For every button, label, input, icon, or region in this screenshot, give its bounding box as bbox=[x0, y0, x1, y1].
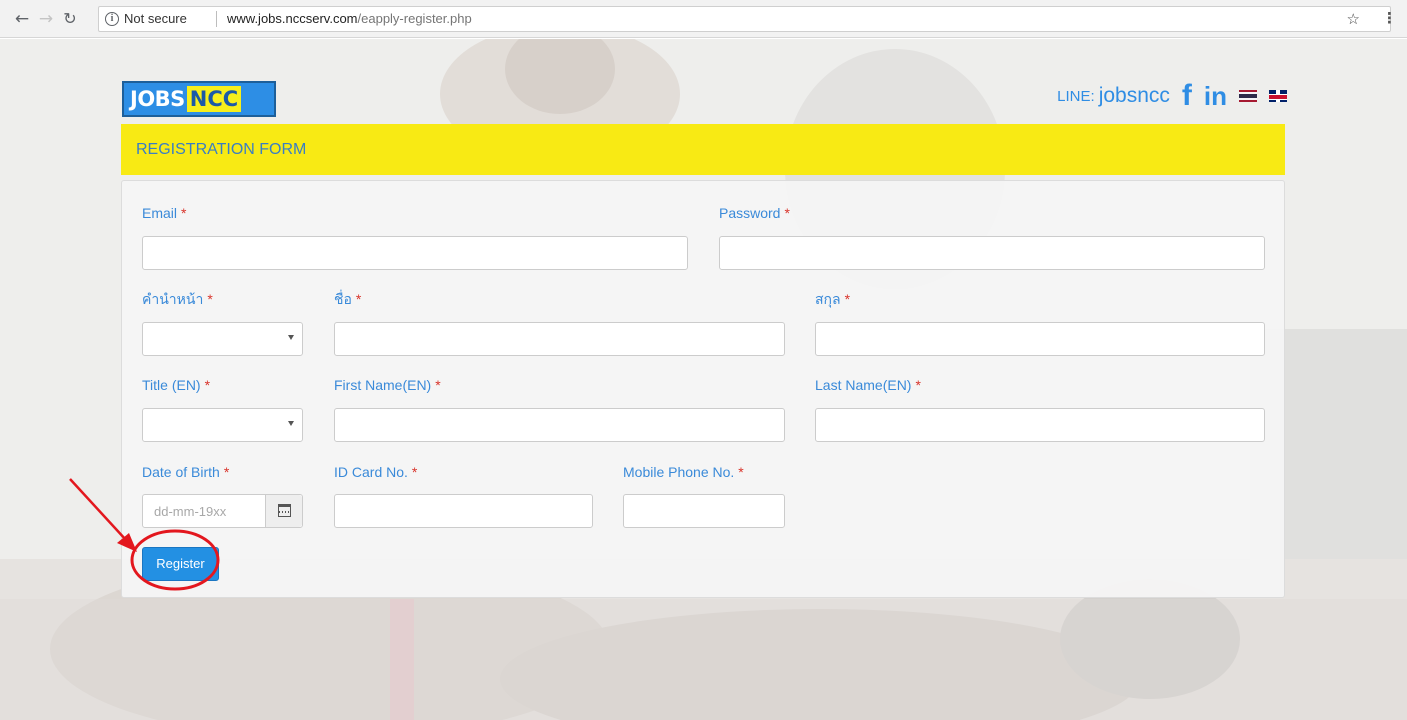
required-mark: * bbox=[784, 205, 790, 221]
info-icon[interactable]: i bbox=[105, 12, 119, 26]
page-viewport: JOBS NCC LINE: jobsncc f in REGISTRATION… bbox=[0, 39, 1407, 720]
last-name-th-input[interactable] bbox=[815, 322, 1265, 356]
id-card-label-text: ID Card No. bbox=[334, 464, 408, 480]
chevron-down-icon bbox=[288, 335, 294, 340]
security-label: Not secure bbox=[124, 11, 187, 26]
url-path: /eapply-register.php bbox=[357, 11, 472, 26]
dob-label-text: Date of Birth bbox=[142, 464, 220, 480]
mobile-input[interactable] bbox=[623, 494, 785, 528]
form-title: REGISTRATION FORM bbox=[136, 140, 307, 158]
title-en-select[interactable] bbox=[142, 408, 303, 442]
password-label-text: Password bbox=[719, 205, 781, 221]
registration-form: Email * Password * คำนำหน้า * ชื่อ * สกุล * T… bbox=[121, 180, 1285, 598]
line-id: jobsncc bbox=[1098, 84, 1170, 107]
first-name-en-label-text: First Name(EN) bbox=[334, 377, 432, 393]
register-button[interactable]: Register bbox=[142, 547, 219, 581]
calendar-icon bbox=[278, 504, 291, 517]
title-en-label-text: Title (EN) bbox=[142, 377, 201, 393]
last-name-en-input[interactable] bbox=[815, 408, 1265, 442]
email-label-text: Email bbox=[142, 205, 178, 221]
id-card-label: ID Card No. * bbox=[334, 464, 417, 480]
chevron-down-icon bbox=[288, 421, 294, 426]
address-bar[interactable]: i Not secure www.jobs.nccserv.com/eapply… bbox=[98, 6, 1391, 32]
email-input[interactable] bbox=[142, 236, 688, 270]
star-icon[interactable]: ☆ bbox=[1347, 10, 1360, 28]
email-label: Email * bbox=[142, 205, 186, 221]
logo-text-jobs: JOBS bbox=[130, 87, 185, 111]
linkedin-icon[interactable]: in bbox=[1204, 81, 1227, 111]
last-name-th-label-text: สกุล bbox=[815, 291, 841, 307]
required-mark: * bbox=[204, 377, 211, 393]
required-mark: * bbox=[223, 464, 230, 480]
mobile-label-text: Mobile Phone No. bbox=[623, 464, 735, 480]
first-name-th-label: ชื่อ * bbox=[334, 289, 361, 311]
password-input[interactable] bbox=[719, 236, 1265, 270]
required-mark: * bbox=[207, 291, 213, 307]
last-name-en-label-text: Last Name(EN) bbox=[815, 377, 912, 393]
kebab-menu-icon[interactable]: ⋮ bbox=[1382, 9, 1397, 27]
last-name-th-label: สกุล * bbox=[815, 289, 850, 311]
required-mark: * bbox=[355, 291, 362, 307]
last-name-en-label: Last Name(EN) * bbox=[815, 377, 921, 393]
required-mark: * bbox=[435, 377, 441, 393]
url-text[interactable]: www.jobs.nccserv.com/eapply-register.php bbox=[227, 11, 472, 26]
dob-input[interactable]: dd-mm-19xx bbox=[142, 494, 303, 528]
reload-icon[interactable]: ↻ bbox=[60, 9, 80, 29]
dob-label: Date of Birth * bbox=[142, 464, 229, 480]
first-name-th-input[interactable] bbox=[334, 322, 785, 356]
address-separator bbox=[216, 11, 217, 27]
browser-toolbar: ← → ↻ i Not secure www.jobs.nccserv.com/… bbox=[0, 0, 1407, 38]
back-arrow-icon[interactable]: ← bbox=[12, 9, 32, 29]
id-card-input[interactable] bbox=[334, 494, 593, 528]
dob-placeholder: dd-mm-19xx bbox=[154, 504, 227, 519]
logo-text-ncc: NCC bbox=[186, 86, 242, 112]
first-name-en-input[interactable] bbox=[334, 408, 785, 442]
thai-flag-icon[interactable] bbox=[1239, 90, 1257, 102]
url-host: www.jobs.nccserv.com bbox=[227, 11, 358, 26]
mobile-label: Mobile Phone No. * bbox=[623, 464, 744, 480]
first-name-en-label: First Name(EN) * bbox=[334, 377, 441, 393]
title-en-label: Title (EN) * bbox=[142, 377, 210, 393]
required-mark: * bbox=[411, 464, 418, 480]
site-logo[interactable]: JOBS NCC bbox=[122, 81, 276, 117]
first-name-th-label-text: ชื่อ bbox=[334, 291, 352, 307]
title-th-label: คำนำหน้า * bbox=[142, 289, 213, 311]
required-mark: * bbox=[844, 291, 851, 307]
uk-flag-icon[interactable] bbox=[1269, 90, 1287, 102]
line-label: LINE: bbox=[1057, 87, 1095, 105]
title-th-select[interactable] bbox=[142, 322, 303, 356]
form-header: REGISTRATION FORM bbox=[121, 124, 1285, 175]
facebook-icon[interactable]: f bbox=[1182, 81, 1192, 111]
forward-arrow-icon[interactable]: → bbox=[36, 9, 56, 29]
required-mark: * bbox=[181, 205, 187, 221]
required-mark: * bbox=[915, 377, 921, 393]
calendar-button[interactable] bbox=[265, 495, 302, 527]
header-contact: LINE: jobsncc f in bbox=[1057, 81, 1287, 111]
title-th-label-text: คำนำหน้า bbox=[142, 291, 204, 307]
password-label: Password * bbox=[719, 205, 790, 221]
required-mark: * bbox=[738, 464, 744, 480]
